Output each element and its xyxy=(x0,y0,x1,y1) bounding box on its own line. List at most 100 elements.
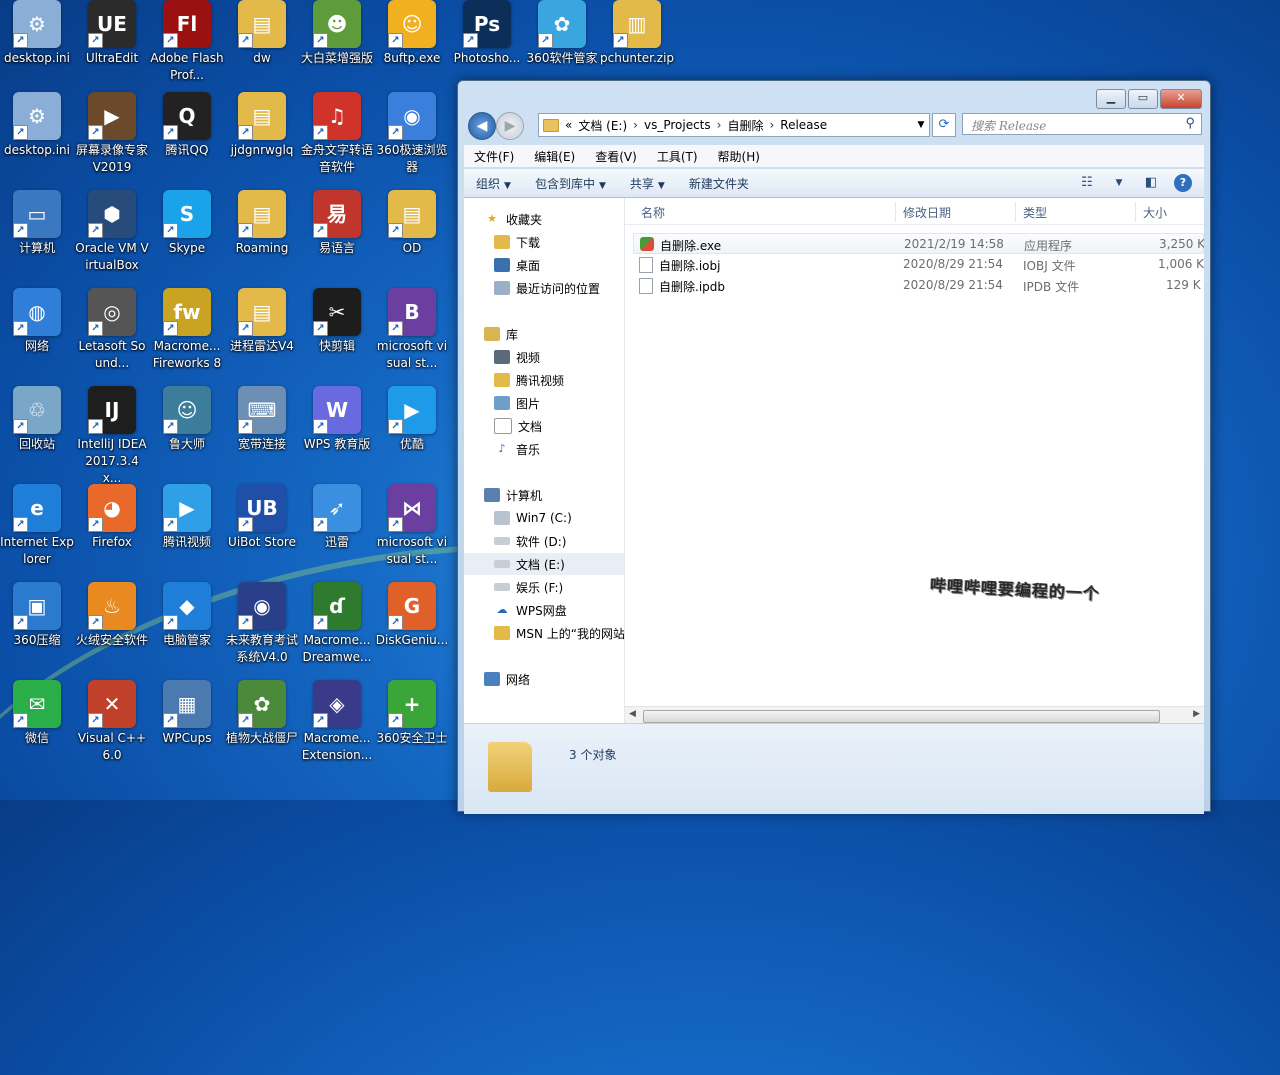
desktop-icon[interactable]: ✿ ↗ 植物大战僵尸 xyxy=(225,680,299,747)
forward-button[interactable]: ▶ xyxy=(496,112,524,140)
desktop-icon[interactable]: ☻ ↗ 大白菜增强版 xyxy=(300,0,374,67)
column-date[interactable]: 修改日期 xyxy=(903,204,951,221)
desktop-icon[interactable]: ⬢ ↗ Oracle VM VirtualBox xyxy=(75,190,149,274)
menu-help[interactable]: 帮助(H) xyxy=(708,148,770,165)
nav-computer[interactable]: 计算机 xyxy=(464,484,624,506)
desktop-icon[interactable]: ▤ ↗ Roaming xyxy=(225,190,299,257)
desktop-icon[interactable]: ɗ ↗ Macrome... Dreamwe... xyxy=(300,582,374,666)
desktop-icon[interactable]: Ps ↗ Photosho... xyxy=(450,0,524,67)
back-button[interactable]: ◀ xyxy=(468,112,496,140)
explorer-window[interactable]: ▁ ▭ ✕ ◀ ▶ « 文档 (E:) › vs_Projects › 自删除 … xyxy=(457,80,1211,814)
desktop-icon[interactable]: ♫ ↗ 金舟文字转语音软件 xyxy=(300,92,374,176)
desktop-icon[interactable]: ♨ ↗ 火绒安全软件 xyxy=(75,582,149,649)
close-button[interactable]: ✕ xyxy=(1160,89,1202,109)
desktop-icon[interactable]: e ↗ Internet Explorer xyxy=(0,484,74,568)
desktop-icon[interactable]: ➶ ↗ 迅雷 xyxy=(300,484,374,551)
desktop-icon[interactable]: ▶ ↗ 腾讯视频 xyxy=(150,484,224,551)
file-row[interactable]: 自删除.ipdb 2020/8/29 21:54 IPDB 文件 129 K xyxy=(633,275,1204,296)
nav-videos[interactable]: 视频 xyxy=(464,346,624,368)
desktop-icon[interactable]: W ↗ WPS 教育版 xyxy=(300,386,374,453)
chevron-right-icon[interactable]: › xyxy=(633,118,638,132)
desktop-icon[interactable]: ◉ ↗ 360极速浏览器 xyxy=(375,92,449,176)
share-button[interactable]: 共享 ▼ xyxy=(618,175,677,192)
desktop-icon[interactable]: ♲ ↗ 回收站 xyxy=(0,386,74,453)
column-divider[interactable] xyxy=(1135,202,1136,222)
desktop-icon[interactable]: ◎ ↗ Letasoft Sound... xyxy=(75,288,149,372)
desktop-icon[interactable]: ▤ ↗ dw xyxy=(225,0,299,67)
column-type[interactable]: 类型 xyxy=(1023,204,1047,221)
file-row[interactable]: 自删除.exe 2021/2/19 14:58 应用程序 3,250 K xyxy=(633,233,1204,254)
desktop-icon[interactable]: ▤ ↗ OD xyxy=(375,190,449,257)
desktop-icon[interactable]: B ↗ microsoft visual st... xyxy=(375,288,449,372)
desktop-icon[interactable]: ⚙ ↗ desktop.ini xyxy=(0,0,74,67)
help-icon[interactable]: ? xyxy=(1174,174,1192,192)
nav-drive-c[interactable]: Win7 (C:) xyxy=(464,507,624,529)
refresh-button[interactable]: ⟳ xyxy=(932,113,956,137)
desktop-icon[interactable]: ◈ ↗ Macrome... Extension... xyxy=(300,680,374,764)
desktop-icon[interactable]: ☺ ↗ 鲁大师 xyxy=(150,386,224,453)
minimize-button[interactable]: ▁ xyxy=(1096,89,1126,109)
column-divider[interactable] xyxy=(895,202,896,222)
desktop-icon[interactable]: ✿ ↗ 360软件管家 xyxy=(525,0,599,67)
desktop-icon[interactable]: UB ↗ UiBot Store xyxy=(225,484,299,551)
nav-downloads[interactable]: 下载 xyxy=(464,231,624,253)
desktop-icon[interactable]: ◍ ↗ 网络 xyxy=(0,288,74,355)
nav-wps[interactable]: ☁ WPS网盘 xyxy=(464,599,624,621)
desktop-icon[interactable]: ▦ ↗ WPCups xyxy=(150,680,224,747)
nav-documents[interactable]: 文档 xyxy=(464,415,624,437)
address-segment-current[interactable]: Release xyxy=(780,118,827,132)
organize-button[interactable]: 组织 ▼ xyxy=(464,175,523,192)
nav-pictures[interactable]: 图片 xyxy=(464,392,624,414)
address-segment-projects[interactable]: vs_Projects xyxy=(644,118,711,132)
scrollbar-thumb[interactable] xyxy=(643,710,1160,723)
nav-recent[interactable]: 最近访问的位置 xyxy=(464,277,624,299)
desktop-icon[interactable]: ▣ ↗ 360压缩 xyxy=(0,582,74,649)
desktop-icon[interactable]: ⋈ ↗ microsoft visual st... xyxy=(375,484,449,568)
address-bar[interactable]: « 文档 (E:) › vs_Projects › 自删除 › Release … xyxy=(538,113,930,137)
menu-edit[interactable]: 编辑(E) xyxy=(524,148,585,165)
chevron-right-icon[interactable]: › xyxy=(769,118,774,132)
nav-drive-f[interactable]: 娱乐 (F:) xyxy=(464,576,624,598)
desktop-icon[interactable]: ▶ ↗ 优酷 xyxy=(375,386,449,453)
scroll-right-icon[interactable]: ▶ xyxy=(1193,709,1200,719)
desktop-icon[interactable]: 易 ↗ 易语言 xyxy=(300,190,374,257)
desktop-icon[interactable]: ✂ ↗ 快剪辑 xyxy=(300,288,374,355)
desktop-icon[interactable]: ▭ ↗ 计算机 xyxy=(0,190,74,257)
desktop-icon[interactable]: ◕ ↗ Firefox xyxy=(75,484,149,551)
maximize-button[interactable]: ▭ xyxy=(1128,89,1158,109)
desktop-icon[interactable]: UE ↗ UltraEdit xyxy=(75,0,149,67)
desktop-icon[interactable]: Fl ↗ Adobe Flash Prof... xyxy=(150,0,224,84)
menu-file[interactable]: 文件(F) xyxy=(464,148,524,165)
chevron-right-icon[interactable]: › xyxy=(717,118,722,132)
desktop-icon[interactable]: ✕ ↗ Visual C++ 6.0 xyxy=(75,680,149,764)
desktop-icon[interactable]: ☺ ↗ 8uftp.exe xyxy=(375,0,449,67)
desktop-icon[interactable]: G ↗ DiskGeniu... xyxy=(375,582,449,649)
new-folder-button[interactable]: 新建文件夹 xyxy=(677,175,761,192)
nav-favorites[interactable]: ★ 收藏夹 xyxy=(464,208,624,230)
file-row[interactable]: 自删除.iobj 2020/8/29 21:54 IOBJ 文件 1,006 K xyxy=(633,254,1204,275)
address-segment-drive[interactable]: 文档 (E:) xyxy=(578,117,627,134)
view-options-icon[interactable]: ☷ xyxy=(1078,174,1096,192)
desktop-icon[interactable]: ◉ ↗ 未来教育考试系统V4.0 xyxy=(225,582,299,666)
address-prefix[interactable]: « xyxy=(565,118,572,132)
preview-pane-icon[interactable]: ◧ xyxy=(1142,174,1160,192)
desktop-icon[interactable]: ▤ ↗ 进程雷达V4 xyxy=(225,288,299,355)
address-segment-folder[interactable]: 自删除 xyxy=(727,117,763,134)
column-size[interactable]: 大小 xyxy=(1143,204,1167,221)
desktop-icon[interactable]: ▤ ↗ jjdgnrwglq xyxy=(225,92,299,159)
desktop-icon[interactable]: ⚙ ↗ desktop.ini xyxy=(0,92,74,159)
nav-drive-e[interactable]: 文档 (E:) xyxy=(464,553,624,575)
include-in-library-button[interactable]: 包含到库中 ▼ xyxy=(523,175,618,192)
column-name[interactable]: 名称 xyxy=(641,204,665,221)
column-divider[interactable] xyxy=(1015,202,1016,222)
menu-tools[interactable]: 工具(T) xyxy=(647,148,708,165)
desktop-icon[interactable]: ✉ ↗ 微信 xyxy=(0,680,74,747)
desktop-icon[interactable]: ◆ ↗ 电脑管家 xyxy=(150,582,224,649)
desktop-icon[interactable]: ⌨ ↗ 宽带连接 xyxy=(225,386,299,453)
desktop-icon[interactable]: ▶ ↗ 屏幕录像专家V2019 xyxy=(75,92,149,176)
desktop-icon[interactable]: + ↗ 360安全卫士 xyxy=(375,680,449,747)
nav-desktop[interactable]: 桌面 xyxy=(464,254,624,276)
scroll-left-icon[interactable]: ◀ xyxy=(629,709,636,719)
nav-libraries[interactable]: 库 xyxy=(464,323,624,345)
desktop-icon[interactable]: fw ↗ Macrome... Fireworks 8 xyxy=(150,288,224,372)
